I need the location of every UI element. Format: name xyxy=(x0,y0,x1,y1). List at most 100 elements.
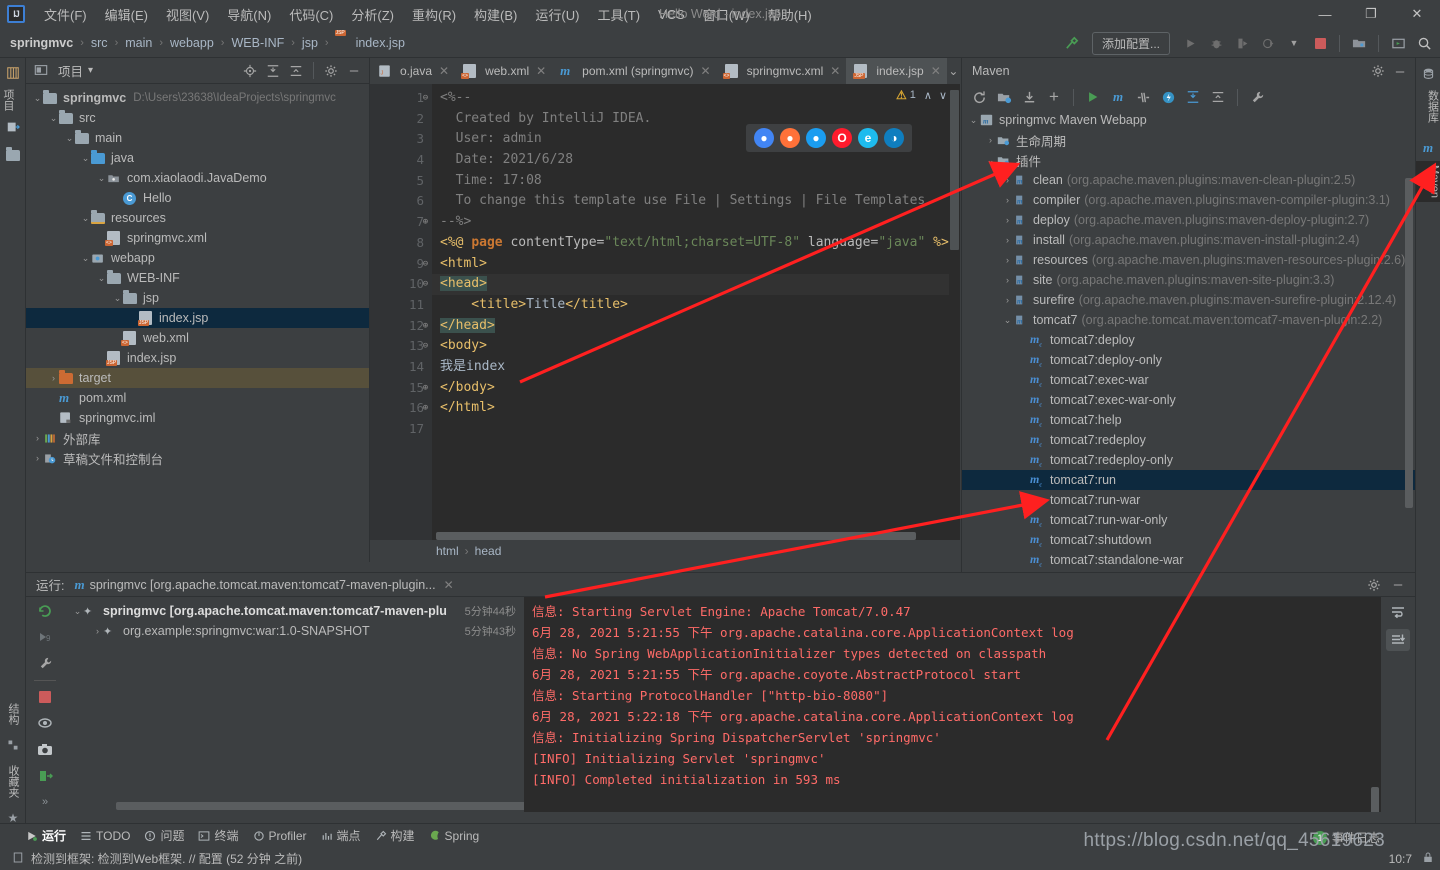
collapse-all-icon[interactable] xyxy=(285,60,307,82)
tree-node-package[interactable]: ⌄ com.xiaolaodi.JavaDemo xyxy=(26,168,369,188)
chevron-down-icon[interactable]: ⌄ xyxy=(947,58,960,84)
event-log-widget[interactable]: 1 事件日志 xyxy=(1312,829,1380,846)
disclosure-triangle-icon[interactable]: ⌄ xyxy=(64,133,75,144)
settings-wrench-icon[interactable] xyxy=(1246,86,1268,108)
stop-icon[interactable] xyxy=(1308,32,1332,54)
maven-node-resources[interactable]: › m resources (org.apache.maven.plugins:… xyxy=(962,250,1415,270)
maven-node-deploy[interactable]: › m deploy (org.apache.maven.plugins:mav… xyxy=(962,210,1415,230)
soft-wrap-icon[interactable] xyxy=(1386,601,1410,623)
menu-code[interactable]: 代码(C) xyxy=(280,1,342,28)
structure-icon[interactable] xyxy=(0,734,26,756)
settings-wrench-icon[interactable] xyxy=(33,654,57,673)
breadcrumb-item-1[interactable]: src xyxy=(91,36,108,50)
lock-icon[interactable] xyxy=(1422,851,1434,867)
disclosure-triangle-icon[interactable]: ⌄ xyxy=(80,253,91,264)
menu-build[interactable]: 构建(B) xyxy=(465,1,526,28)
maven-node-site[interactable]: › m site (org.apache.maven.plugins:maven… xyxy=(962,270,1415,290)
fold-icon[interactable]: ⊖ xyxy=(421,336,430,357)
maven-node-plugins[interactable]: ⌄ 插件 xyxy=(962,150,1415,170)
expand-all-icon[interactable] xyxy=(1182,86,1204,108)
maven-scrollbar-thumb[interactable] xyxy=(1405,178,1413,508)
tree-node-java[interactable]: ⌄ java xyxy=(26,148,369,168)
chrome-icon[interactable]: ● xyxy=(754,128,774,148)
maven-node-project[interactable]: ⌄ m springmvc Maven Webapp xyxy=(962,110,1415,130)
disclosure-triangle-icon[interactable]: › xyxy=(32,433,43,443)
status-tool-build[interactable]: 构建 xyxy=(375,827,415,844)
next-problem-icon[interactable]: ∨ xyxy=(939,89,947,102)
tree-node-external-libraries[interactable]: › 外部库 xyxy=(26,428,369,448)
disclosure-triangle-icon[interactable]: ⌄ xyxy=(112,293,123,304)
execute-goal-icon[interactable] xyxy=(1082,86,1104,108)
tree-node-web-xml[interactable]: web.xml xyxy=(26,328,369,348)
commit-tab-icon[interactable] xyxy=(0,116,26,138)
editor-horizontal-scrollbar[interactable] xyxy=(436,532,956,540)
status-message[interactable]: 检测到框架: 检测到Web框架. // 配置 (52 分钟 之前) xyxy=(31,850,302,867)
tree-node-hello[interactable]: C Hello xyxy=(26,188,369,208)
plus-icon[interactable]: + xyxy=(1043,86,1065,108)
tree-node-target[interactable]: › target xyxy=(26,368,369,388)
fold-icon[interactable]: ⊕ xyxy=(421,316,430,337)
editor-tab-web-xml[interactable]: web.xml ✕ xyxy=(455,58,552,84)
maven-goal-shutdown[interactable]: mc tomcat7:shutdown xyxy=(962,530,1415,550)
maven-goal-help[interactable]: mc tomcat7:help xyxy=(962,410,1415,430)
profile-icon[interactable] xyxy=(1256,32,1280,54)
strip-tab-project[interactable]: 项目 xyxy=(0,84,16,116)
tree-node-pom-xml[interactable]: m pom.xml xyxy=(26,388,369,408)
locate-icon[interactable] xyxy=(239,60,261,82)
search-icon[interactable] xyxy=(1412,32,1436,54)
menu-refactor[interactable]: 重构(R) xyxy=(403,1,465,28)
maximize-button[interactable]: ❐ xyxy=(1348,0,1394,28)
gear-icon[interactable] xyxy=(1367,60,1389,82)
disclosure-triangle-icon[interactable]: ⌄ xyxy=(80,153,91,164)
maven-goal-redeploy-only[interactable]: mc tomcat7:redeploy-only xyxy=(962,450,1415,470)
run-icon[interactable] xyxy=(1178,32,1202,54)
add-configuration-button[interactable]: 添加配置... xyxy=(1091,31,1170,55)
event-log-label[interactable]: 事件日志 xyxy=(1332,829,1380,846)
export-icon[interactable] xyxy=(33,766,57,785)
scroll-to-end-icon[interactable] xyxy=(1386,629,1410,651)
strip-tab-structure[interactable]: 结构 xyxy=(5,698,21,730)
coverage-icon[interactable] xyxy=(1230,32,1254,54)
disclosure-triangle-icon[interactable]: › xyxy=(32,453,43,463)
menu-view[interactable]: 视图(V) xyxy=(157,1,218,28)
expand-more-icon[interactable]: » xyxy=(33,793,57,812)
toggle-skip-tests-icon[interactable] xyxy=(1132,86,1154,108)
strip-tab-maven[interactable]: Maven xyxy=(1415,161,1440,203)
scrollbar-thumb[interactable] xyxy=(950,90,959,250)
minimize-button[interactable]: — xyxy=(1302,0,1348,28)
fold-icon[interactable]: ⊕ xyxy=(421,212,430,233)
chevron-down-icon[interactable]: ▼ xyxy=(1282,32,1306,54)
prev-problem-icon[interactable]: ∧ xyxy=(924,89,932,102)
tree-node-jsp[interactable]: ⌄ jsp xyxy=(26,288,369,308)
status-tool-spring[interactable]: Spring xyxy=(429,829,479,843)
tree-node-resources[interactable]: ⌄ resources xyxy=(26,208,369,228)
menu-edit[interactable]: 编辑(E) xyxy=(96,1,157,28)
code-text[interactable]: <%-- Created by IntelliJ IDEA. User: adm… xyxy=(432,84,960,562)
run-configuration-tab[interactable]: m springmvc [org.apache.tomcat.maven:tom… xyxy=(74,577,453,593)
tree-node-main[interactable]: ⌄ main xyxy=(26,128,369,148)
maven-goal-exec-war-only[interactable]: mc tomcat7:exec-war-only xyxy=(962,390,1415,410)
disclosure-triangle-icon[interactable]: › xyxy=(1002,275,1013,285)
editor-breadcrumb-html[interactable]: html xyxy=(436,544,459,558)
disclosure-triangle-icon[interactable]: ⌄ xyxy=(985,155,996,166)
fold-icon[interactable]: ⊖ xyxy=(421,88,430,109)
database-icon[interactable] xyxy=(1415,62,1440,84)
run-tree-root[interactable]: ⌄ ✦ springmvc [org.apache.tomcat.maven:t… xyxy=(64,601,524,621)
maven-goal-run[interactable]: mc tomcat7:run xyxy=(962,470,1415,490)
toggle-eye-icon[interactable] xyxy=(33,714,57,733)
maven-node-surefire[interactable]: › m surefire (org.apache.maven.plugins:m… xyxy=(962,290,1415,310)
maven-node-clean[interactable]: › m clean (org.apache.maven.plugins:mave… xyxy=(962,170,1415,190)
caret-position[interactable]: 10:7 xyxy=(1389,852,1412,866)
maven-goal-standalone-war[interactable]: mc tomcat7:standalone-war xyxy=(962,550,1415,570)
offline-mode-icon[interactable] xyxy=(1157,86,1179,108)
breadcrumb-item-0[interactable]: springmvc xyxy=(10,36,73,50)
tree-node-iml[interactable]: springmvc.iml xyxy=(26,408,369,428)
menu-file[interactable]: 文件(F) xyxy=(35,1,96,28)
reload-icon[interactable] xyxy=(968,86,990,108)
disclosure-triangle-icon[interactable]: › xyxy=(985,135,996,145)
disclosure-triangle-icon[interactable]: › xyxy=(1002,175,1013,185)
disclosure-triangle-icon[interactable]: › xyxy=(1002,295,1013,305)
chevron-down-icon[interactable]: ▾ xyxy=(88,65,93,76)
hide-icon[interactable]: – xyxy=(1387,574,1409,596)
menu-analyze[interactable]: 分析(Z) xyxy=(342,1,403,28)
